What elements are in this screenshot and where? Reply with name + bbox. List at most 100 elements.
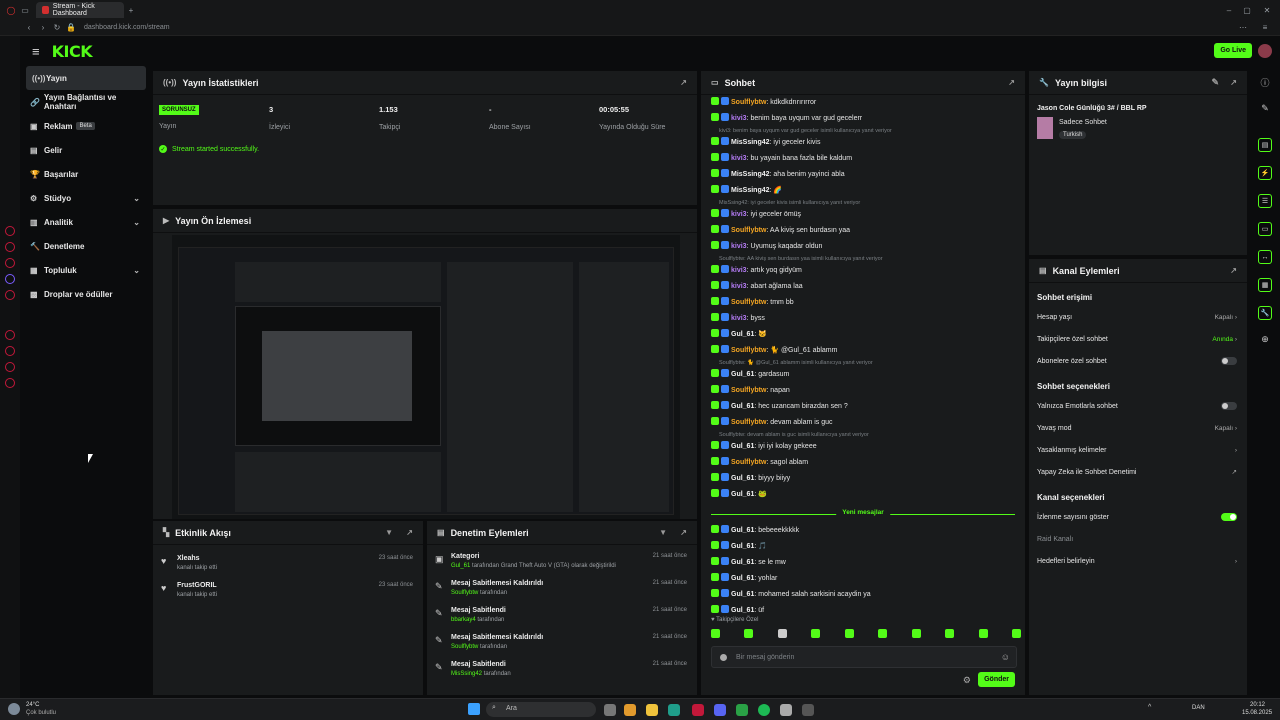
chat-message[interactable]: Gul_61: hec uzancam birazdan sen ? bbox=[701, 399, 1025, 415]
chat-username[interactable]: Gul_61 bbox=[731, 371, 754, 378]
app-icon[interactable] bbox=[736, 704, 748, 716]
chat-message[interactable]: kivi3: iyi geceler ömüş bbox=[701, 207, 1025, 223]
url-field[interactable]: dashboard.kick.com/stream bbox=[84, 24, 170, 31]
reload-icon[interactable]: ↻ bbox=[50, 21, 64, 35]
chat-input[interactable]: Bir mesaj gönderin ☺ bbox=[711, 646, 1017, 668]
opera-icon[interactable] bbox=[692, 704, 704, 716]
new-message-list[interactable]: Gul_61: bebeeekkkkk Gul_61: 🎵 Gul_61: se l… bbox=[701, 523, 1025, 619]
rail-wrench-icon[interactable]: 🔧 bbox=[1258, 306, 1272, 320]
chat-username[interactable]: Soulflybtw bbox=[731, 387, 766, 394]
nav-item-analytics[interactable]: ▥ Analitik ⌄ bbox=[20, 210, 150, 234]
chat-message[interactable]: kivi3: Uyumuş kaqadar oldun bbox=[701, 239, 1025, 255]
chat-username[interactable]: Gul_61 bbox=[731, 559, 754, 566]
nav-item-drops[interactable]: ▩ Droplar ve ödüller bbox=[20, 282, 150, 306]
emote-icon[interactable] bbox=[945, 629, 955, 638]
info-icon[interactable]: ⓘ bbox=[1250, 76, 1280, 89]
chat-message[interactable]: Gul_61: iyi iyi kolay gekeee bbox=[701, 439, 1025, 455]
chat-message[interactable]: Gul_61: yohlar bbox=[701, 571, 1025, 587]
rail-flash-icon[interactable]: ⚡ bbox=[1258, 166, 1272, 180]
chat-message[interactable]: kivi3: byss bbox=[701, 311, 1025, 327]
chat-message[interactable]: Gul_61: gardasum bbox=[701, 367, 1025, 383]
chat-username[interactable]: kivi3 bbox=[731, 267, 747, 274]
sidebar-app-icon[interactable] bbox=[5, 290, 15, 300]
spotify-icon[interactable] bbox=[758, 704, 770, 716]
close-icon[interactable]: ✕ bbox=[1260, 3, 1274, 17]
chat-username[interactable]: Gul_61 bbox=[731, 591, 754, 598]
popout-icon[interactable]: ↗ bbox=[680, 528, 687, 537]
filter-icon[interactable]: ▼ bbox=[659, 528, 667, 537]
emote-icon[interactable] bbox=[844, 629, 854, 638]
chat-settings-icon[interactable]: ⚙ bbox=[963, 675, 971, 686]
slow-mode-row[interactable]: Yavaş mod Kapalı › bbox=[1029, 417, 1247, 439]
emoji-icon[interactable]: ☺ bbox=[1001, 652, 1010, 662]
chat-username[interactable]: kivi3 bbox=[731, 155, 747, 162]
new-tab-icon[interactable]: + bbox=[124, 3, 138, 17]
sidebar-app-icon[interactable] bbox=[5, 242, 15, 252]
chat-username[interactable]: kivi3 bbox=[731, 211, 747, 218]
browser-tab[interactable]: Stream - Kick Dashboard bbox=[36, 2, 124, 18]
nav-item-studio[interactable]: ⚙ Stüdyo ⌄ bbox=[20, 186, 150, 210]
chat-username[interactable]: kivi3 bbox=[731, 283, 747, 290]
popout-icon[interactable]: ↗ bbox=[1230, 266, 1237, 275]
emote-icon[interactable] bbox=[911, 629, 921, 638]
nav-item-moderation[interactable]: 🔨 Denetleme bbox=[20, 234, 150, 258]
chat-message[interactable]: kivi3: artık yoq gidyüm bbox=[701, 263, 1025, 279]
edit-icon[interactable]: ✎ bbox=[1211, 77, 1219, 88]
chat-username[interactable]: Soulflybtw bbox=[731, 419, 766, 426]
explorer-icon[interactable] bbox=[646, 704, 658, 716]
nav-item-achievements[interactable]: 🏆 Başarılar bbox=[20, 162, 150, 186]
emote-icon[interactable] bbox=[811, 629, 821, 638]
language-indicator[interactable]: DAN bbox=[1192, 705, 1205, 711]
nav-item-income[interactable]: ▤ Gelir bbox=[20, 138, 150, 162]
chat-message-list[interactable]: Soulflybtw: kdkdkdrırırırror kivi3: benim… bbox=[701, 95, 1025, 505]
sidebar-app-icon[interactable] bbox=[5, 330, 15, 340]
chat-message[interactable]: Soulflybtw: tmm bb bbox=[701, 295, 1025, 311]
obs-icon[interactable] bbox=[802, 704, 814, 716]
chat-message[interactable]: Gul_61: 🐱 bbox=[701, 327, 1025, 343]
subs-chat-toggle[interactable] bbox=[1221, 357, 1237, 365]
emote-icon[interactable] bbox=[711, 629, 720, 638]
chat-username[interactable]: kivi3 bbox=[731, 115, 747, 122]
chat-username[interactable]: Gul_61 bbox=[731, 527, 754, 534]
popout-icon[interactable]: ↗ bbox=[680, 78, 687, 87]
show-viewers-toggle[interactable] bbox=[1221, 513, 1237, 521]
nav-item-stream[interactable]: ((•)) Yayın bbox=[26, 66, 146, 90]
minimize-icon[interactable]: – bbox=[1222, 3, 1236, 17]
sidebar-app-icon[interactable] bbox=[5, 346, 15, 356]
chat-message[interactable]: Gul_61: biyyy biiyy bbox=[701, 471, 1025, 487]
weather-icon[interactable] bbox=[8, 703, 20, 715]
chat-message[interactable]: MisSsing42: iyi geceler kivis bbox=[701, 135, 1025, 151]
chat-username[interactable]: Soulflybtw bbox=[731, 227, 766, 234]
sidebar-app-icon[interactable] bbox=[5, 274, 15, 284]
chat-message[interactable]: Gul_61: 🐸 bbox=[701, 487, 1025, 503]
rail-add-widget-icon[interactable]: ⊕ bbox=[1250, 334, 1280, 345]
app-icon[interactable] bbox=[780, 704, 792, 716]
tray-chevron-icon[interactable]: ^ bbox=[1148, 704, 1151, 711]
account-age-row[interactable]: Hesap yaşı Kapalı › bbox=[1029, 306, 1247, 328]
chat-username[interactable]: Gul_61 bbox=[731, 607, 754, 614]
chat-username[interactable]: Gul_61 bbox=[731, 403, 754, 410]
sidebar-app-icon[interactable] bbox=[5, 226, 15, 236]
chat-message[interactable]: kivi3: bu yayain bana fazla bile kaldum bbox=[701, 151, 1025, 167]
chat-username[interactable]: Soulflybtw bbox=[731, 99, 766, 106]
opera-logo-icon[interactable]: ◯ bbox=[4, 3, 18, 17]
taskview-icon[interactable] bbox=[604, 704, 616, 716]
user-avatar[interactable] bbox=[1258, 44, 1272, 58]
sidebar-app-icon[interactable] bbox=[5, 378, 15, 388]
chat-username[interactable]: Gul_61 bbox=[731, 543, 754, 550]
popout-icon[interactable]: ↗ bbox=[1008, 78, 1015, 87]
pencil-icon[interactable]: ✎ bbox=[1250, 103, 1280, 114]
sidebar-app-icon[interactable] bbox=[5, 362, 15, 372]
chat-username[interactable]: Gul_61 bbox=[731, 331, 754, 338]
emotes-only-toggle[interactable] bbox=[1221, 402, 1237, 410]
preview-video[interactable] bbox=[172, 235, 680, 519]
goals-row[interactable]: Hedefleri belirleyin › bbox=[1029, 550, 1247, 572]
nav-item-stream-key[interactable]: 🔗 Yayın Bağlantısı ve Anahtarı bbox=[20, 90, 150, 114]
nav-item-ads[interactable]: ▣ Reklam Beta bbox=[20, 114, 150, 138]
search-box[interactable]: Ara bbox=[486, 702, 596, 717]
emote-icon[interactable] bbox=[777, 629, 787, 638]
emote-icon[interactable] bbox=[744, 629, 754, 638]
chat-username[interactable]: Soulflybtw bbox=[731, 299, 766, 306]
chat-username[interactable]: Gul_61 bbox=[731, 475, 754, 482]
go-live-button[interactable]: Go Live bbox=[1214, 43, 1252, 58]
